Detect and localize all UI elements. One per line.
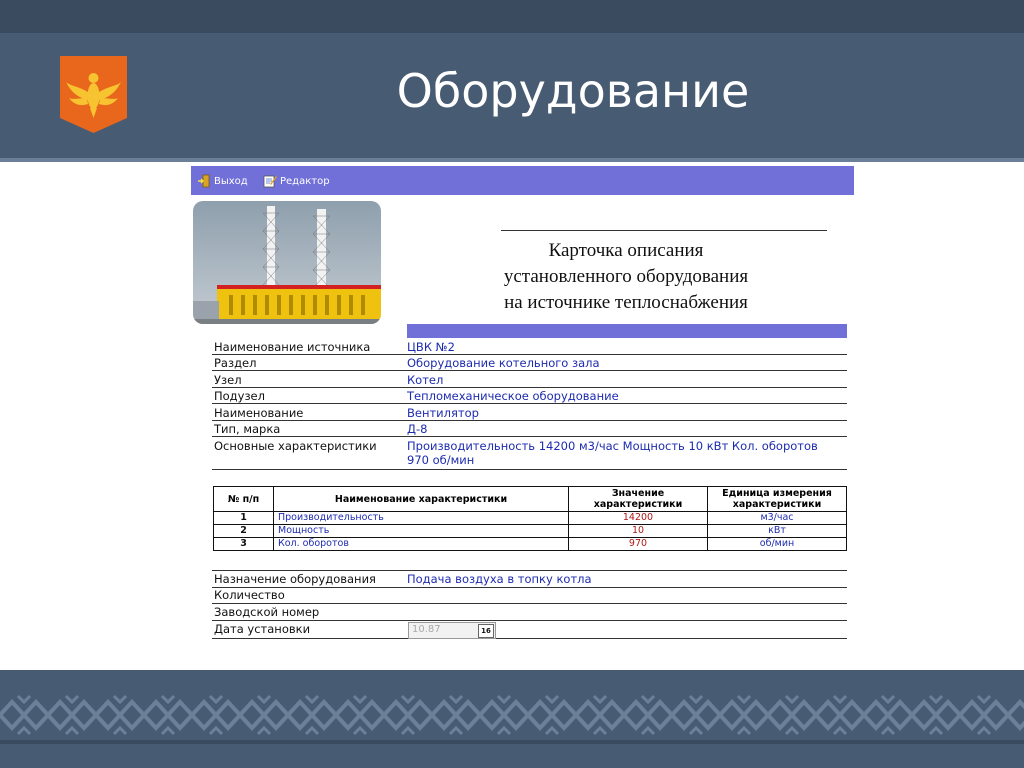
editor-label: Редактор [280, 175, 330, 187]
field-value: Котел [407, 373, 444, 387]
power-plant-photo [193, 201, 381, 324]
header-name: Наименование характеристики [273, 486, 569, 512]
toolbar: Выход Редактор [191, 166, 854, 195]
editor-button[interactable]: Редактор [263, 173, 330, 189]
header-value: Значение характеристики [568, 486, 708, 512]
field-value: Подача воздуха в топку котла [407, 572, 592, 586]
row-name: Производительность [273, 511, 569, 525]
slide-top-band [0, 0, 1024, 33]
field-value: Тепломеханическое оборудование [407, 389, 619, 403]
card-title-bar [407, 324, 847, 338]
equipment-card-window: Выход Редактор Карточка описания установ… [191, 166, 854, 643]
header-unit: Единица измерения характеристики [707, 486, 847, 512]
card-title-rule [501, 230, 827, 231]
field-purpose: Назначение оборудования Подача воздуха в… [212, 570, 847, 588]
field-label: Назначение оборудования [214, 572, 376, 586]
edit-notepad-icon [263, 175, 277, 188]
field-label: Наименование [214, 406, 304, 420]
field-label: Подузел [214, 389, 265, 403]
exit-label: Выход [214, 175, 248, 187]
field-label: Узел [214, 373, 242, 387]
row-name: Кол. оборотов [273, 537, 569, 551]
card-title-line-1: Карточка описания [548, 240, 704, 261]
row-unit: кВт [707, 524, 847, 538]
field-name: Наименование Вентилятор [212, 405, 847, 421]
field-value: Вентилятор [407, 406, 479, 420]
header-num: № п/п [213, 486, 274, 512]
field-label: Наименование источника [214, 340, 371, 354]
field-main-characteristics: Основные характеристики Производительнос… [212, 438, 847, 470]
card-title-line-2: установленного оборудования [503, 266, 749, 287]
field-value: Д-8 [407, 422, 428, 436]
slide-footer [0, 670, 1024, 768]
row-num: 2 [213, 524, 274, 538]
field-serial-number: Заводской номер [212, 604, 847, 621]
exit-button[interactable]: Выход [197, 173, 248, 189]
row-value: 10 [568, 524, 708, 538]
table-row: 2 Мощность 10 кВт [213, 524, 847, 538]
field-section: Раздел Оборудование котельного зала [212, 355, 847, 371]
row-num: 3 [213, 537, 274, 551]
row-name: Мощность [273, 524, 569, 538]
slide-title: Оборудование [396, 64, 750, 118]
install-date-value: 10.87 [412, 624, 441, 635]
header-divider [0, 158, 1024, 162]
field-node: Узел Котел [212, 372, 847, 388]
calendar-icon[interactable]: 16 [478, 624, 494, 638]
field-label: Дата установки [214, 622, 311, 636]
field-value: ЦВК №2 [407, 340, 455, 354]
field-label: Основные характеристики [214, 439, 377, 453]
field-source-name: Наименование источника ЦВК №2 [212, 339, 847, 355]
table-header-row: № п/п Наименование характеристики Значен… [213, 486, 847, 512]
ornament-band [0, 692, 1024, 738]
row-num: 1 [213, 511, 274, 525]
field-label: Количество [214, 588, 285, 602]
field-subnode: Подузел Тепломеханическое оборудование [212, 388, 847, 404]
field-label: Раздел [214, 356, 257, 370]
table-row: 1 Производительность 14200 м3/час [213, 511, 847, 525]
exit-door-icon [198, 174, 210, 188]
field-value: Оборудование котельного зала [407, 356, 600, 370]
card-title-line-3: на источнике теплоснабжения [504, 292, 748, 313]
row-value: 970 [568, 537, 708, 551]
footer-divider [0, 740, 1024, 744]
field-value: Производительность 14200 м3/час Мощность… [407, 439, 818, 467]
field-type-brand: Тип, марка Д-8 [212, 421, 847, 437]
field-install-date: Дата установки [212, 621, 847, 639]
row-value: 14200 [568, 511, 708, 525]
table-row: 3 Кол. оборотов 970 об/мин [213, 537, 847, 551]
install-date-input[interactable]: 10.87 16 [408, 622, 496, 639]
row-unit: м3/час [707, 511, 847, 525]
field-label: Тип, марка [214, 422, 281, 436]
row-unit: об/мин [707, 537, 847, 551]
card-title: Карточка описания установленного оборудо… [406, 238, 846, 316]
characteristics-table: № п/п Наименование характеристики Значен… [213, 486, 847, 551]
field-label: Заводской номер [214, 605, 320, 619]
field-quantity: Количество [212, 587, 847, 604]
